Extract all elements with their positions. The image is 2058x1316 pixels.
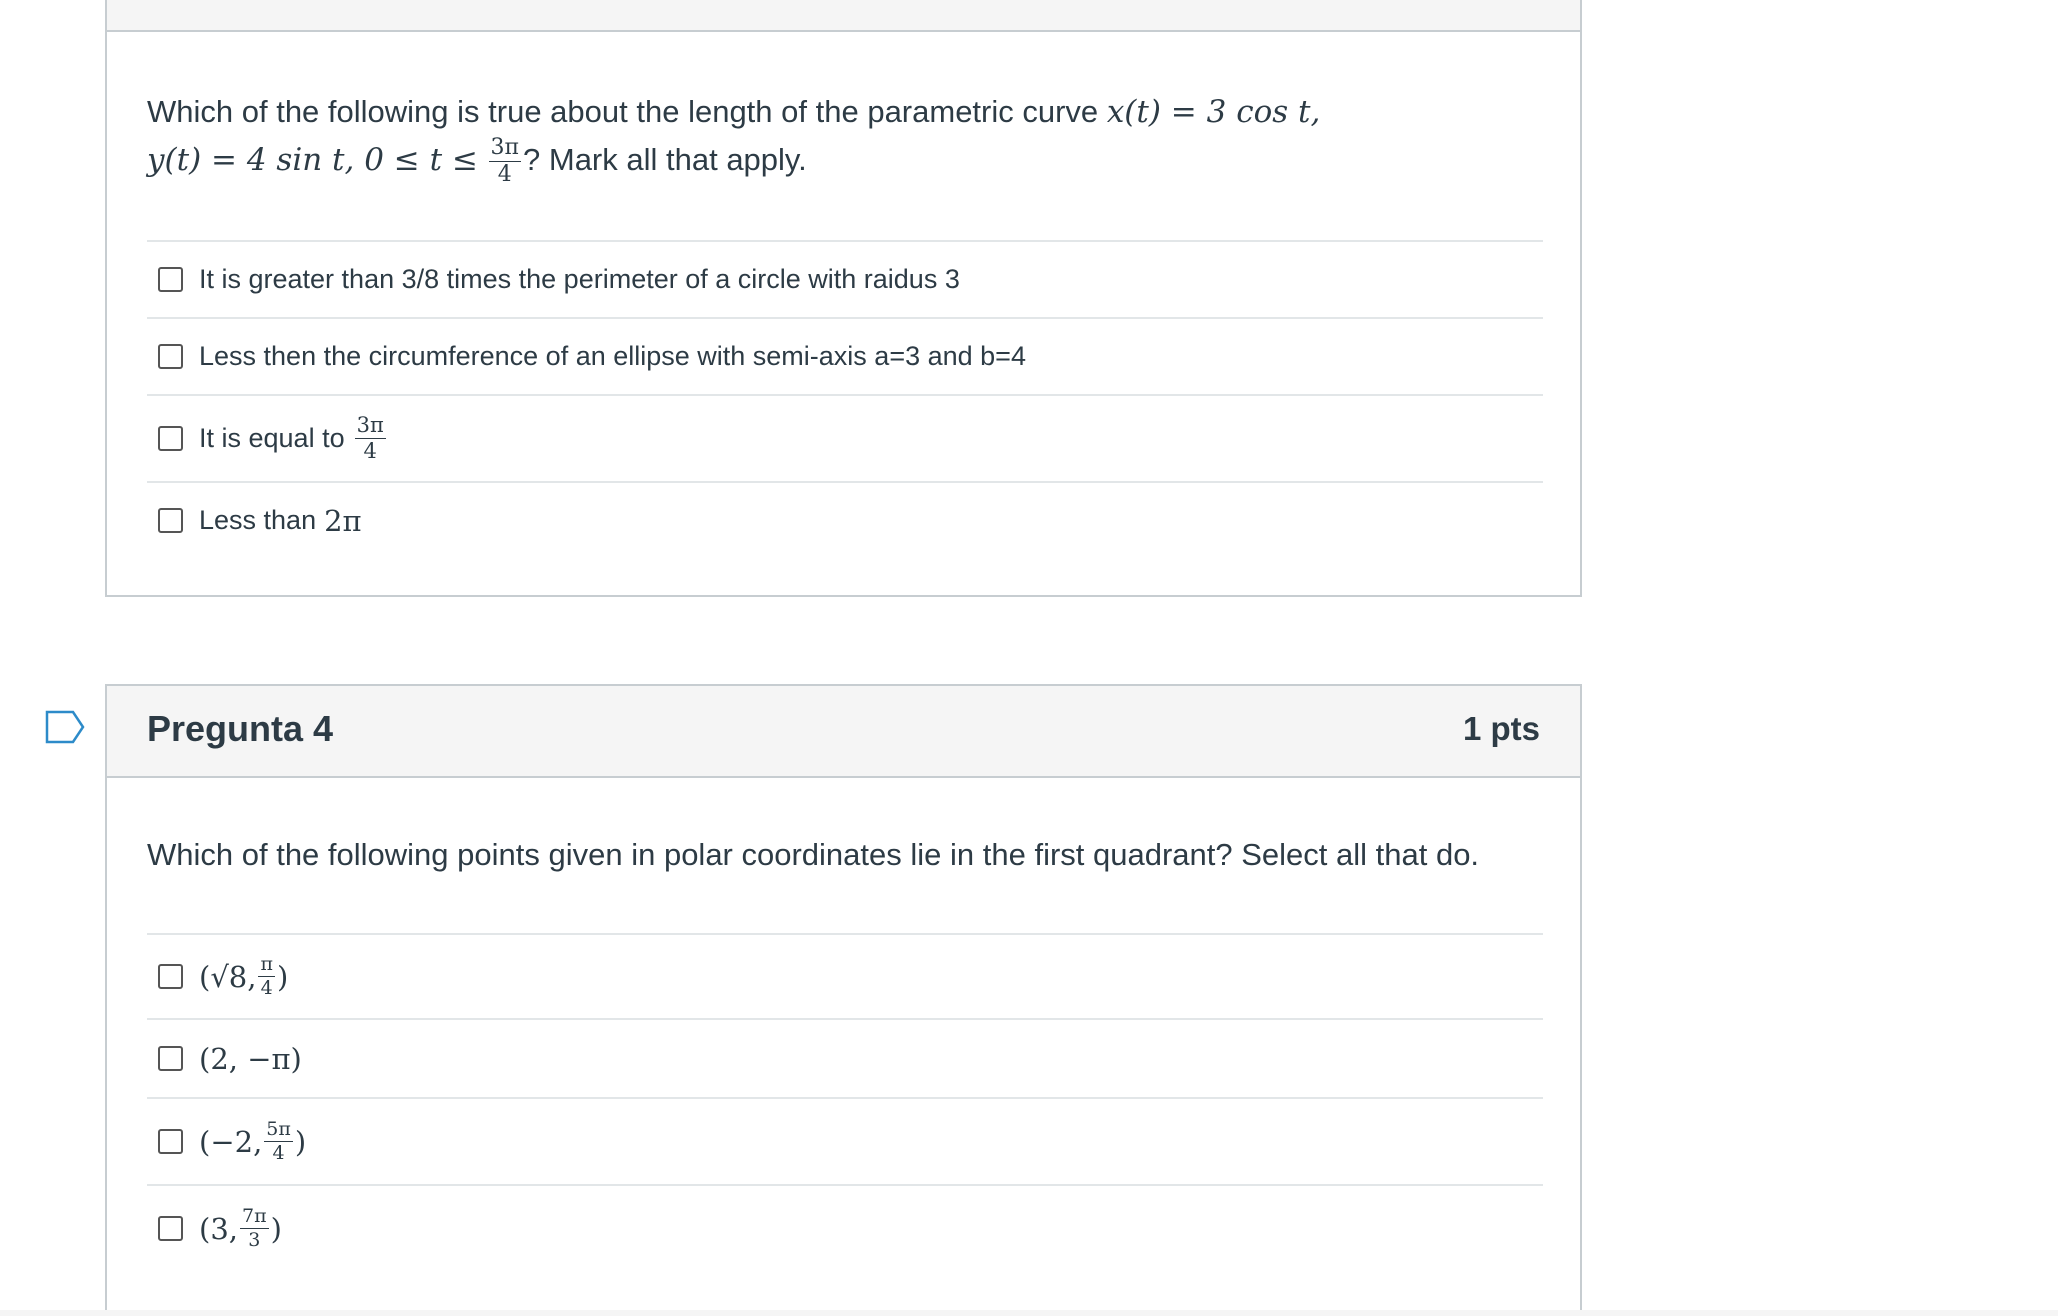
question-4-header: Pregunta 4 1 pts bbox=[107, 686, 1580, 778]
bottom-strip bbox=[0, 1310, 2058, 1316]
question-3-header bbox=[107, 0, 1580, 32]
answer-math: (2, −π) bbox=[199, 1041, 302, 1076]
question-3-fraction: 3π 4 bbox=[488, 135, 522, 188]
answer-checkbox[interactable] bbox=[158, 1046, 183, 1071]
question-4-answers: (√8, π4 ) (2, −π) (−2, 5π 4 ) (3, 7π 3 ) bbox=[147, 933, 1543, 1271]
answer-math: ) bbox=[276, 959, 289, 994]
question-4-text: Which of the following points given in p… bbox=[147, 837, 1480, 872]
answer-checkbox[interactable] bbox=[158, 1216, 183, 1241]
flag-outline-icon[interactable] bbox=[45, 710, 85, 744]
answer-math: (−2, bbox=[199, 1124, 263, 1159]
answer-math: (3, bbox=[199, 1211, 238, 1246]
answer-label: It is greater than 3/8 times the perimet… bbox=[199, 264, 960, 294]
question-3-math-x: x(t) = 3 cos t, bbox=[1106, 94, 1321, 130]
question-3-text: Which of the following is true about the… bbox=[147, 88, 1547, 186]
answer-option[interactable]: Less then the circumference of an ellips… bbox=[147, 317, 1543, 394]
answer-option[interactable]: Less than 2π bbox=[147, 481, 1543, 558]
answer-option[interactable]: (3, 7π 3 ) bbox=[147, 1184, 1543, 1271]
answer-math: ) bbox=[270, 1211, 282, 1246]
question-3-text-part1: Which of the following is true about the… bbox=[147, 94, 1099, 129]
answer-fraction: 5π 4 bbox=[264, 1118, 293, 1164]
question-3-text-part2: ? Mark all that apply. bbox=[523, 142, 807, 177]
answer-option[interactable]: It is greater than 3/8 times the perimet… bbox=[147, 240, 1543, 317]
answer-fraction: 3π 4 bbox=[354, 413, 386, 463]
question-3-card: Which of the following is true about the… bbox=[105, 0, 1582, 597]
answer-fraction: π4 bbox=[258, 953, 275, 999]
answer-fraction: 7π 3 bbox=[239, 1205, 269, 1251]
answer-checkbox[interactable] bbox=[158, 508, 183, 533]
question-4-card: Pregunta 4 1 pts Which of the following … bbox=[105, 684, 1582, 1312]
answer-option[interactable]: It is equal to 3π 4 bbox=[147, 394, 1543, 481]
answer-math: 2π bbox=[324, 503, 362, 538]
answer-math: (√8, bbox=[199, 959, 257, 994]
question-3-math-y: y(t) = 4 sin t, 0 ≤ t ≤ bbox=[147, 142, 478, 178]
answer-math: ) bbox=[294, 1124, 307, 1159]
question-3-answers: It is greater than 3/8 times the perimet… bbox=[147, 240, 1543, 558]
answer-checkbox[interactable] bbox=[158, 964, 183, 989]
answer-label: Less than bbox=[199, 505, 317, 535]
question-title: Pregunta 4 bbox=[147, 708, 334, 749]
answer-checkbox[interactable] bbox=[158, 1129, 183, 1154]
answer-label: It is equal to bbox=[199, 423, 345, 453]
answer-label: Less then the circumference of an ellips… bbox=[199, 341, 1026, 371]
answer-option[interactable]: (√8, π4 ) bbox=[147, 933, 1543, 1018]
question-points: 1 pts bbox=[1462, 710, 1540, 747]
answer-checkbox[interactable] bbox=[158, 267, 183, 292]
answer-checkbox[interactable] bbox=[158, 426, 183, 451]
answer-option[interactable]: (2, −π) bbox=[147, 1018, 1543, 1097]
answer-checkbox[interactable] bbox=[158, 344, 183, 369]
answer-option[interactable]: (−2, 5π 4 ) bbox=[147, 1097, 1543, 1184]
